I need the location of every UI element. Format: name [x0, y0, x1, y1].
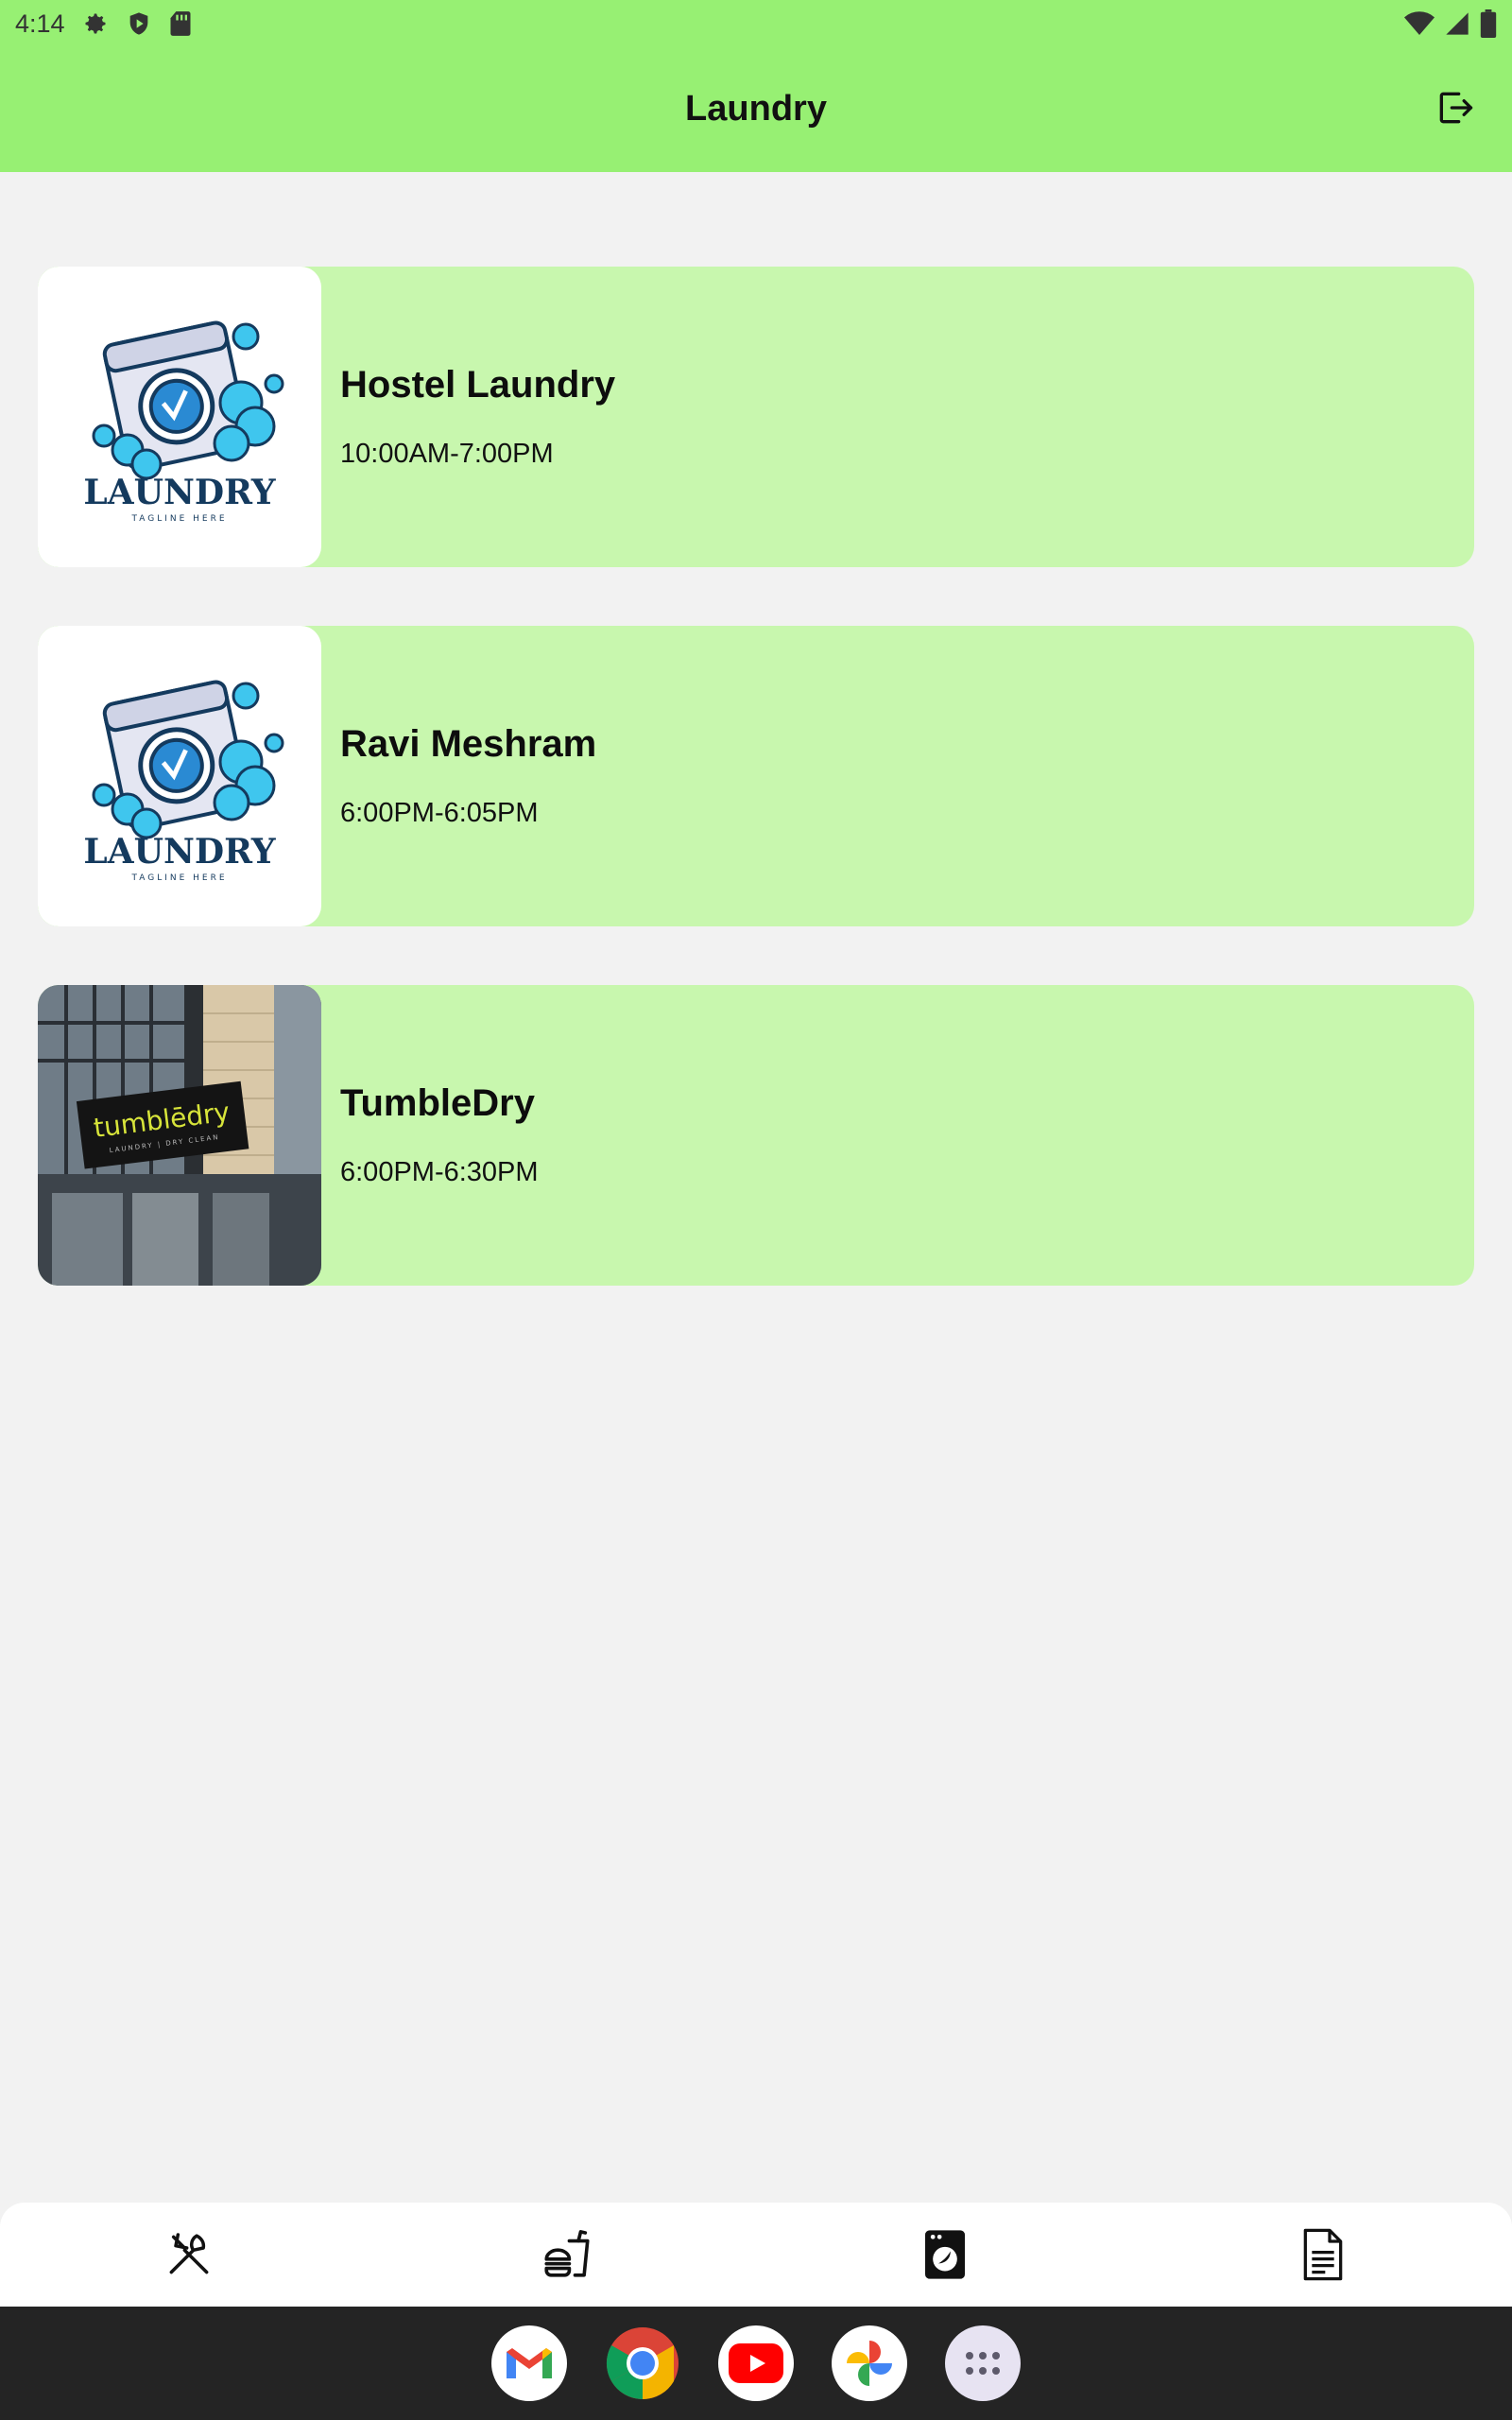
- logout-icon: [1439, 92, 1473, 124]
- nav-food[interactable]: [0, 2203, 378, 2307]
- youtube-icon[interactable]: [718, 2325, 794, 2401]
- shop-hours: 6:00PM-6:05PM: [340, 798, 539, 828]
- washing-machine-icon: [925, 2230, 965, 2279]
- shield-play-icon: [129, 12, 147, 35]
- nav-snacks[interactable]: [378, 2203, 756, 2307]
- app-dock: [0, 2307, 1512, 2420]
- shop-name: TumbleDry: [340, 1082, 535, 1124]
- logo-text: LAUNDRY: [83, 832, 277, 872]
- sd-card-icon: [170, 11, 191, 36]
- app-bar: Laundry: [0, 47, 1512, 172]
- document-icon: [1303, 2228, 1343, 2281]
- page-title: Laundry: [685, 89, 827, 129]
- nav-laundry[interactable]: [756, 2203, 1134, 2307]
- wifi-icon: [1404, 11, 1435, 35]
- storefront-image: tumblēdry LAUNDRY | DRY CLEAN: [38, 985, 321, 1286]
- nav-documents[interactable]: [1134, 2203, 1512, 2307]
- status-time: 4:14: [15, 9, 65, 38]
- laundry-logo-image: LAUNDRY TAGLINE HERE: [38, 626, 321, 926]
- laundry-card[interactable]: LAUNDRY TAGLINE HERE Ravi Meshram 6:00PM…: [38, 626, 1474, 926]
- chrome-icon[interactable]: [605, 2325, 680, 2401]
- laundry-card[interactable]: tumblēdry LAUNDRY | DRY CLEAN TumbleDry …: [38, 985, 1474, 1286]
- gear-icon: [85, 13, 106, 34]
- shop-name: Hostel Laundry: [340, 364, 616, 406]
- laundry-list: LAUNDRY TAGLINE HERE Hostel Laundry 10:0…: [38, 267, 1474, 1344]
- laundry-card[interactable]: LAUNDRY TAGLINE HERE Hostel Laundry 10:0…: [38, 267, 1474, 567]
- status-bar: 4:14: [0, 0, 1512, 47]
- cutlery-icon: [169, 2233, 209, 2274]
- photos-icon[interactable]: [832, 2325, 907, 2401]
- shop-hours: 6:00PM-6:30PM: [340, 1157, 539, 1187]
- logo-text: LAUNDRY: [83, 473, 277, 512]
- app-drawer-icon[interactable]: [945, 2325, 1021, 2401]
- logo-tagline: TAGLINE HERE: [130, 873, 227, 883]
- logo-tagline: TAGLINE HERE: [130, 514, 227, 524]
- logout-button[interactable]: [1433, 85, 1478, 130]
- signal-icon: [1446, 12, 1469, 35]
- laundry-logo-image: LAUNDRY TAGLINE HERE: [38, 267, 321, 567]
- shop-hours: 10:00AM-7:00PM: [340, 439, 554, 469]
- bottom-navigation: [0, 2203, 1512, 2307]
- shop-name: Ravi Meshram: [340, 723, 597, 765]
- gmail-icon[interactable]: [491, 2325, 567, 2401]
- fast-food-icon: [544, 2230, 590, 2277]
- battery-icon: [1480, 9, 1497, 38]
